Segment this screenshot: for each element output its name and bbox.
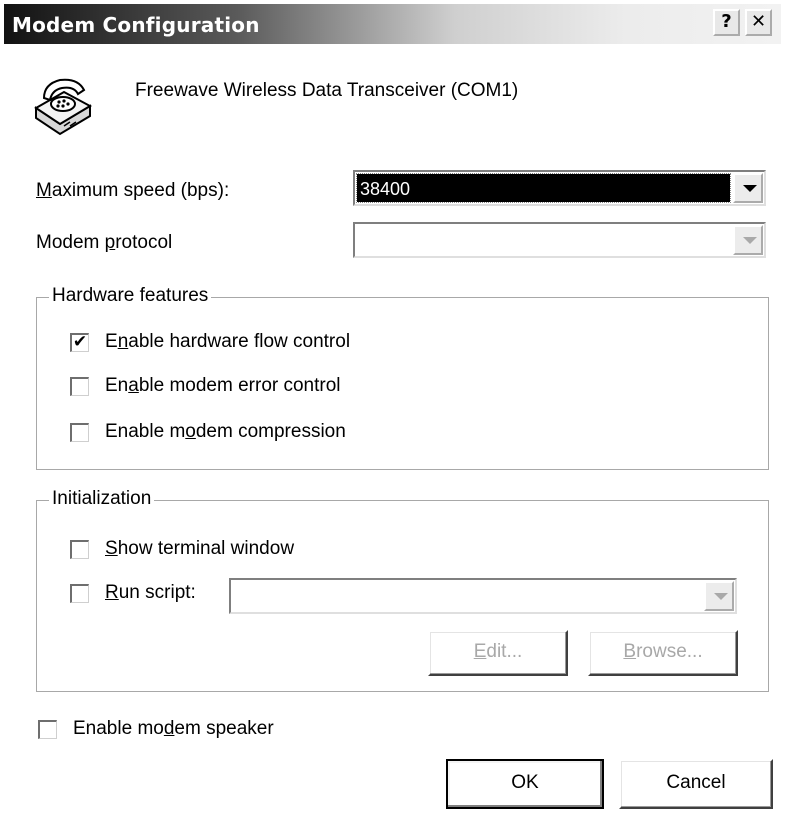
edit-button[interactable]: Edit... [428, 630, 568, 676]
modem-protocol-select[interactable] [353, 222, 766, 258]
error-control-label[interactable]: Enable modem error control [105, 375, 341, 397]
run-script-checkbox[interactable] [70, 584, 89, 603]
title-bar[interactable]: Modem Configuration ? ✕ [4, 4, 781, 44]
modem-configuration-dialog: Modem Configuration ? ✕ Freewave Wireles… [0, 0, 785, 827]
chevron-down-icon[interactable] [704, 581, 734, 611]
modem-protocol-label: Modem protocol [36, 232, 173, 253]
help-button[interactable]: ? [713, 9, 740, 36]
browse-button[interactable]: Browse... [588, 630, 738, 676]
max-speed-label: Maximum speed (bps): [36, 180, 230, 201]
run-script-label[interactable]: Run script: [105, 582, 196, 604]
help-icon: ? [721, 11, 732, 32]
cancel-button[interactable]: Cancel [619, 759, 773, 809]
modem-speaker-label[interactable]: Enable modem speaker [73, 718, 274, 740]
modem-protocol-value [357, 226, 730, 254]
flow-control-checkbox[interactable]: ✔ [70, 333, 89, 352]
terminal-window-label[interactable]: Show terminal window [105, 538, 294, 560]
run-script-select[interactable] [229, 578, 737, 614]
hardware-features-title: Hardware features [49, 285, 212, 307]
device-name: Freewave Wireless Data Transceiver (COM1… [135, 80, 519, 101]
close-button[interactable]: ✕ [745, 9, 772, 36]
ok-button[interactable]: OK [446, 759, 604, 809]
close-icon: ✕ [750, 11, 767, 32]
chevron-down-icon[interactable] [733, 173, 763, 203]
compression-checkbox[interactable] [70, 423, 89, 442]
modem-speaker-checkbox[interactable] [38, 720, 57, 739]
error-control-checkbox[interactable] [70, 377, 89, 396]
max-speed-value: 38400 [356, 173, 731, 203]
check-icon: ✔ [72, 332, 88, 352]
run-script-value [233, 582, 701, 610]
max-speed-select[interactable]: 38400 [353, 170, 766, 206]
chevron-down-icon[interactable] [733, 225, 763, 255]
telephone-icon [34, 78, 93, 136]
terminal-window-checkbox[interactable] [70, 540, 89, 559]
window-title: Modem Configuration [12, 13, 260, 37]
compression-label[interactable]: Enable modem compression [105, 421, 346, 443]
flow-control-label[interactable]: Enable hardware flow control [105, 331, 350, 353]
initialization-title: Initialization [49, 488, 155, 510]
